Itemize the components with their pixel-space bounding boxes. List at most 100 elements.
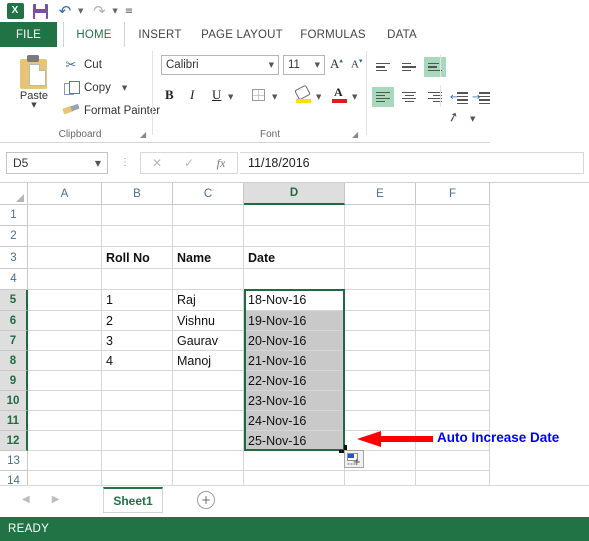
- cell-c1[interactable]: [173, 205, 244, 226]
- column-header-c[interactable]: C: [173, 183, 244, 205]
- cell-f1[interactable]: [416, 205, 490, 226]
- row-header-1[interactable]: 1: [0, 205, 28, 226]
- cell-a11[interactable]: [28, 411, 102, 431]
- tab-data[interactable]: DATA: [378, 22, 426, 47]
- font-size-input[interactable]: 11 ▼: [283, 55, 325, 75]
- tab-page-layout[interactable]: PAGE LAYOUT: [196, 22, 288, 47]
- cell-a14[interactable]: [28, 471, 102, 485]
- cell-c11[interactable]: [173, 411, 244, 431]
- row-header-9[interactable]: 9: [0, 371, 28, 391]
- copy-button[interactable]: Copy ▼: [63, 79, 127, 97]
- middle-align-button[interactable]: [398, 57, 420, 77]
- select-all-corner[interactable]: [0, 183, 28, 205]
- tab-home[interactable]: HOME: [63, 22, 125, 47]
- cell-e9[interactable]: [345, 371, 416, 391]
- save-button[interactable]: [31, 2, 49, 20]
- copy-dropdown-icon[interactable]: ▼: [122, 84, 127, 92]
- sheet-tab-sheet1[interactable]: Sheet1: [103, 487, 163, 513]
- cell-b13[interactable]: [102, 451, 173, 471]
- cell-e5[interactable]: [345, 290, 416, 311]
- cell-b14[interactable]: [102, 471, 173, 485]
- font-name-input[interactable]: Calibri ▼: [161, 55, 279, 75]
- cell-f7[interactable]: [416, 331, 490, 351]
- name-box[interactable]: D5 ▼: [6, 152, 108, 174]
- font-name-dropdown-icon[interactable]: ▼: [269, 61, 274, 69]
- cell-c5[interactable]: Raj: [173, 290, 244, 311]
- bottom-align-button[interactable]: [424, 57, 446, 77]
- redo-dropdown-icon[interactable]: ▼: [112, 7, 117, 15]
- cell-b1[interactable]: [102, 205, 173, 226]
- row-header-2[interactable]: 2: [0, 226, 28, 247]
- row-header-6[interactable]: 6: [0, 311, 28, 331]
- align-center-button[interactable]: [398, 87, 420, 107]
- tab-insert[interactable]: INSERT: [131, 22, 189, 47]
- cell-b2[interactable]: [102, 226, 173, 247]
- cell-d1[interactable]: [244, 205, 345, 226]
- cell-b6[interactable]: 2: [102, 311, 173, 331]
- clipboard-dialog-launcher[interactable]: ◢: [140, 130, 146, 139]
- prev-sheet-icon[interactable]: ◀: [22, 494, 30, 505]
- cell-d11[interactable]: 24-Nov-16: [244, 411, 345, 431]
- paste-button[interactable]: Paste ▼: [8, 53, 60, 127]
- cell-a8[interactable]: [28, 351, 102, 371]
- cell-b9[interactable]: [102, 371, 173, 391]
- cell-e2[interactable]: [345, 226, 416, 247]
- cell-d6[interactable]: 19-Nov-16: [244, 311, 345, 331]
- cell-e10[interactable]: [345, 391, 416, 411]
- row-header-7[interactable]: 7: [0, 331, 28, 351]
- cell-e1[interactable]: [345, 205, 416, 226]
- cell-b12[interactable]: [102, 431, 173, 451]
- cell-c2[interactable]: [173, 226, 244, 247]
- cell-f9[interactable]: [416, 371, 490, 391]
- cell-a9[interactable]: [28, 371, 102, 391]
- cell-c8[interactable]: Manoj: [173, 351, 244, 371]
- paste-dropdown-icon[interactable]: ▼: [31, 102, 36, 109]
- formula-bar-grip[interactable]: ⋮: [120, 157, 130, 168]
- cell-e6[interactable]: [345, 311, 416, 331]
- cut-button[interactable]: ✂ Cut: [63, 56, 102, 74]
- insert-function-icon[interactable]: fx: [205, 156, 237, 171]
- row-header-4[interactable]: 4: [0, 269, 28, 290]
- cell-d14[interactable]: [244, 471, 345, 485]
- cell-e7[interactable]: [345, 331, 416, 351]
- cell-c9[interactable]: [173, 371, 244, 391]
- column-header-a[interactable]: A: [28, 183, 102, 205]
- grow-font-button[interactable]: A▴: [330, 56, 343, 72]
- underline-button[interactable]: U: [212, 87, 221, 103]
- cell-a3[interactable]: [28, 247, 102, 269]
- cell-a6[interactable]: [28, 311, 102, 331]
- cell-b5[interactable]: 1: [102, 290, 173, 311]
- align-left-button[interactable]: [372, 87, 394, 107]
- cell-f2[interactable]: [416, 226, 490, 247]
- cell-c4[interactable]: [173, 269, 244, 290]
- orientation-dropdown-icon[interactable]: ▼: [470, 115, 475, 123]
- cell-a2[interactable]: [28, 226, 102, 247]
- cell-c10[interactable]: [173, 391, 244, 411]
- cell-a10[interactable]: [28, 391, 102, 411]
- cell-a13[interactable]: [28, 451, 102, 471]
- align-right-button[interactable]: [424, 87, 446, 107]
- cell-b11[interactable]: [102, 411, 173, 431]
- customize-qat-icon[interactable]: ≡: [125, 6, 133, 17]
- row-header-14[interactable]: 14: [0, 471, 28, 485]
- orientation-icon[interactable]: ➚: [446, 107, 467, 127]
- cell-d12[interactable]: 25-Nov-16: [244, 431, 345, 451]
- borders-icon[interactable]: [252, 89, 265, 101]
- cell-b4[interactable]: [102, 269, 173, 290]
- row-header-12[interactable]: 12: [0, 431, 28, 451]
- fill-color-icon[interactable]: [294, 84, 311, 103]
- bold-button[interactable]: B: [165, 87, 174, 103]
- cell-f6[interactable]: [416, 311, 490, 331]
- cell-d10[interactable]: 23-Nov-16: [244, 391, 345, 411]
- formula-input[interactable]: 11/18/2016: [240, 152, 584, 174]
- cell-e3[interactable]: [345, 247, 416, 269]
- cell-a5[interactable]: [28, 290, 102, 311]
- undo-dropdown-icon[interactable]: ▼: [78, 7, 83, 15]
- cell-a7[interactable]: [28, 331, 102, 351]
- cell-d9[interactable]: 22-Nov-16: [244, 371, 345, 391]
- font-color-icon[interactable]: A: [332, 85, 347, 103]
- cell-b7[interactable]: 3: [102, 331, 173, 351]
- cell-c3[interactable]: Name: [173, 247, 244, 269]
- cell-d7[interactable]: 20-Nov-16: [244, 331, 345, 351]
- cell-b10[interactable]: [102, 391, 173, 411]
